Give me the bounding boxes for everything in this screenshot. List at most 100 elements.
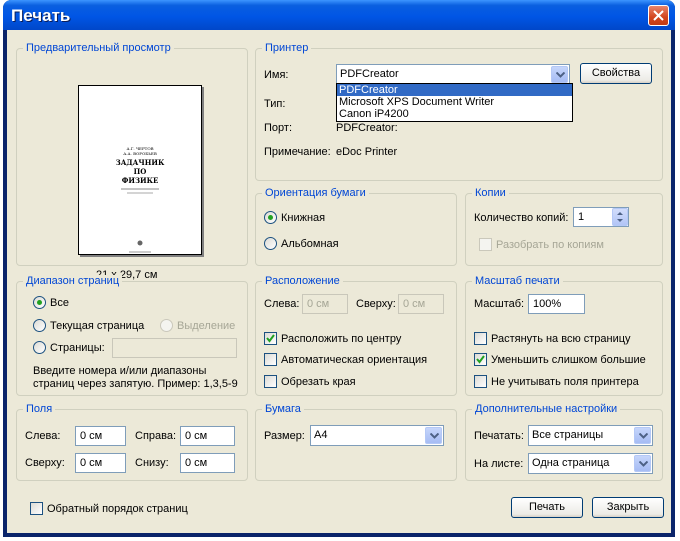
landscape-radio[interactable] <box>264 237 277 250</box>
printer-option[interactable]: PDFCreator <box>337 84 572 96</box>
layout-left-label: Слева: <box>264 298 300 310</box>
printer-port-label: Порт: <box>264 122 292 134</box>
checkmark-icon <box>476 355 485 364</box>
range-hint: Введите номера и/или диапазоны страниц ч… <box>33 365 238 390</box>
copies-count-value: 1 <box>578 211 585 223</box>
range-current-label: Текущая страница <box>50 320 145 332</box>
orientation-legend: Ориентация бумаги <box>262 187 369 199</box>
margin-left-label: Слева: <box>25 430 61 442</box>
per-sheet-label: На листе: <box>474 458 524 470</box>
printer-port-value: PDFCreator: <box>336 122 398 134</box>
close-button[interactable]: Закрыть <box>592 497 664 518</box>
per-sheet-value: Одна страница <box>532 457 610 469</box>
range-pages-radio[interactable] <box>33 341 46 354</box>
printer-comment-label: Примечание: <box>264 146 331 158</box>
layout-top-input[interactable]: 0 см <box>398 294 444 314</box>
landscape-label: Альбомная <box>281 238 339 250</box>
layout-top-label: Сверху: <box>356 298 396 310</box>
printer-dropdown-list: PDFCreator Microsoft XPS Document Writer… <box>336 83 573 122</box>
print-dialog: Печать Предварительный просмотр А.Г. ЧЕР… <box>3 0 675 537</box>
print-button[interactable]: Печать <box>511 497 583 518</box>
preview-group: Предварительный просмотр А.Г. ЧЕРТОВ А.А.… <box>16 42 248 281</box>
margin-bottom-label: Снизу: <box>135 457 169 469</box>
spinner-arrows-icon <box>617 212 623 222</box>
margin-top-value: 0 см <box>80 457 103 469</box>
range-pages-input[interactable] <box>112 338 237 358</box>
paper-size-select[interactable]: A4 <box>310 425 444 446</box>
paper-group: Бумага Размер: A4 <box>255 403 457 481</box>
printer-option[interactable]: Microsoft XPS Document Writer <box>337 96 572 108</box>
paper-legend: Бумага <box>262 403 304 415</box>
layout-left-input[interactable]: 0 см <box>302 294 348 314</box>
range-all-label: Все <box>50 297 69 309</box>
printer-name-select[interactable]: PDFCreator <box>336 64 570 85</box>
paper-dropdown-button[interactable] <box>425 427 442 444</box>
copies-spinner[interactable] <box>612 208 628 226</box>
margin-right-value: 0 см <box>185 430 208 442</box>
chevron-down-icon <box>639 433 648 439</box>
window-title: Печать <box>11 6 71 25</box>
range-current-radio[interactable] <box>33 319 46 332</box>
range-pages-label: Страницы: <box>50 342 105 354</box>
margin-left-value: 0 см <box>80 430 103 442</box>
crop-checkbox[interactable] <box>264 375 277 388</box>
margin-top-input[interactable]: 0 см <box>75 453 126 473</box>
preview-book-title2: ПО <box>133 167 147 176</box>
scale-value: 100% <box>533 298 562 310</box>
collate-checkbox[interactable] <box>479 238 492 251</box>
printer-option[interactable]: Canon iP4200 <box>337 108 572 120</box>
copies-count-label: Количество копий: <box>474 212 569 224</box>
portrait-radio[interactable] <box>264 211 277 224</box>
scale-group: Масштаб печати Масштаб: 100% Растянуть н… <box>465 275 663 396</box>
stretch-checkbox[interactable] <box>474 332 487 345</box>
center-label: Расположить по центру <box>281 333 402 345</box>
auto-orient-label: Автоматическая ориентация <box>281 354 428 366</box>
printer-dropdown-button[interactable] <box>551 66 568 83</box>
title-bar[interactable]: Печать <box>3 0 675 30</box>
layout-legend: Расположение <box>262 275 343 287</box>
reverse-order-checkbox[interactable] <box>30 502 43 515</box>
print-what-dropdown-button[interactable] <box>634 427 651 444</box>
auto-orient-checkbox[interactable] <box>264 353 277 366</box>
orientation-group: Ориентация бумаги Книжная Альбомная <box>255 187 457 266</box>
scale-label: Масштаб: <box>474 298 525 310</box>
per-sheet-dropdown-button[interactable] <box>634 455 651 472</box>
margin-right-input[interactable]: 0 см <box>180 426 235 446</box>
print-what-select[interactable]: Все страницы <box>528 425 653 446</box>
page-preview: А.Г. ЧЕРТОВ А.А. ВОРОБЬЕВ ЗАДАЧНИК ПО ФИЗ… <box>78 85 202 255</box>
margins-group: Поля Слева: 0 см Справа: 0 см Сверху: 0 … <box>16 403 248 481</box>
center-checkbox[interactable] <box>264 332 277 345</box>
ignore-margins-checkbox[interactable] <box>474 375 487 388</box>
chevron-down-icon <box>556 72 565 78</box>
range-selection-label: Выделение <box>177 320 236 332</box>
ignore-margins-label: Не учитывать поля принтера <box>491 376 639 388</box>
checkmark-icon <box>266 334 275 343</box>
margin-bottom-value: 0 см <box>185 457 208 469</box>
print-what-label: Печатать: <box>474 430 524 442</box>
margin-bottom-input[interactable]: 0 см <box>180 453 235 473</box>
page-range-legend: Диапазон страниц <box>23 275 123 287</box>
range-selection-radio[interactable] <box>160 319 173 332</box>
crop-label: Обрезать края <box>281 376 356 388</box>
print-what-value: Все страницы <box>532 429 604 441</box>
printer-type-label: Тип: <box>264 98 286 110</box>
advanced-legend: Дополнительные настройки <box>472 403 621 415</box>
layout-left-value: 0 см <box>307 298 330 310</box>
reverse-order-label: Обратный порядок страниц <box>47 503 188 515</box>
paper-size-label-field: Размер: <box>264 430 305 442</box>
stretch-label: Растянуть на всю страницу <box>491 333 631 345</box>
chevron-down-icon <box>639 461 648 467</box>
dialog-body: Предварительный просмотр А.Г. ЧЕРТОВ А.А.… <box>7 30 671 533</box>
shrink-checkbox[interactable] <box>474 353 487 366</box>
page-range-group: Диапазон страниц Все Текущая страница Вы… <box>16 275 248 396</box>
scale-input[interactable]: 100% <box>528 294 585 314</box>
margin-left-input[interactable]: 0 см <box>75 426 126 446</box>
preview-book-title1: ЗАДАЧНИК <box>115 158 165 167</box>
close-window-button[interactable] <box>648 5 669 26</box>
layout-top-value: 0 см <box>403 298 426 310</box>
printer-name-label: Имя: <box>264 69 289 81</box>
properties-button[interactable]: Свойства <box>580 63 652 84</box>
range-all-radio[interactable] <box>33 296 46 309</box>
per-sheet-select[interactable]: Одна страница <box>528 453 653 474</box>
close-icon <box>653 10 664 21</box>
